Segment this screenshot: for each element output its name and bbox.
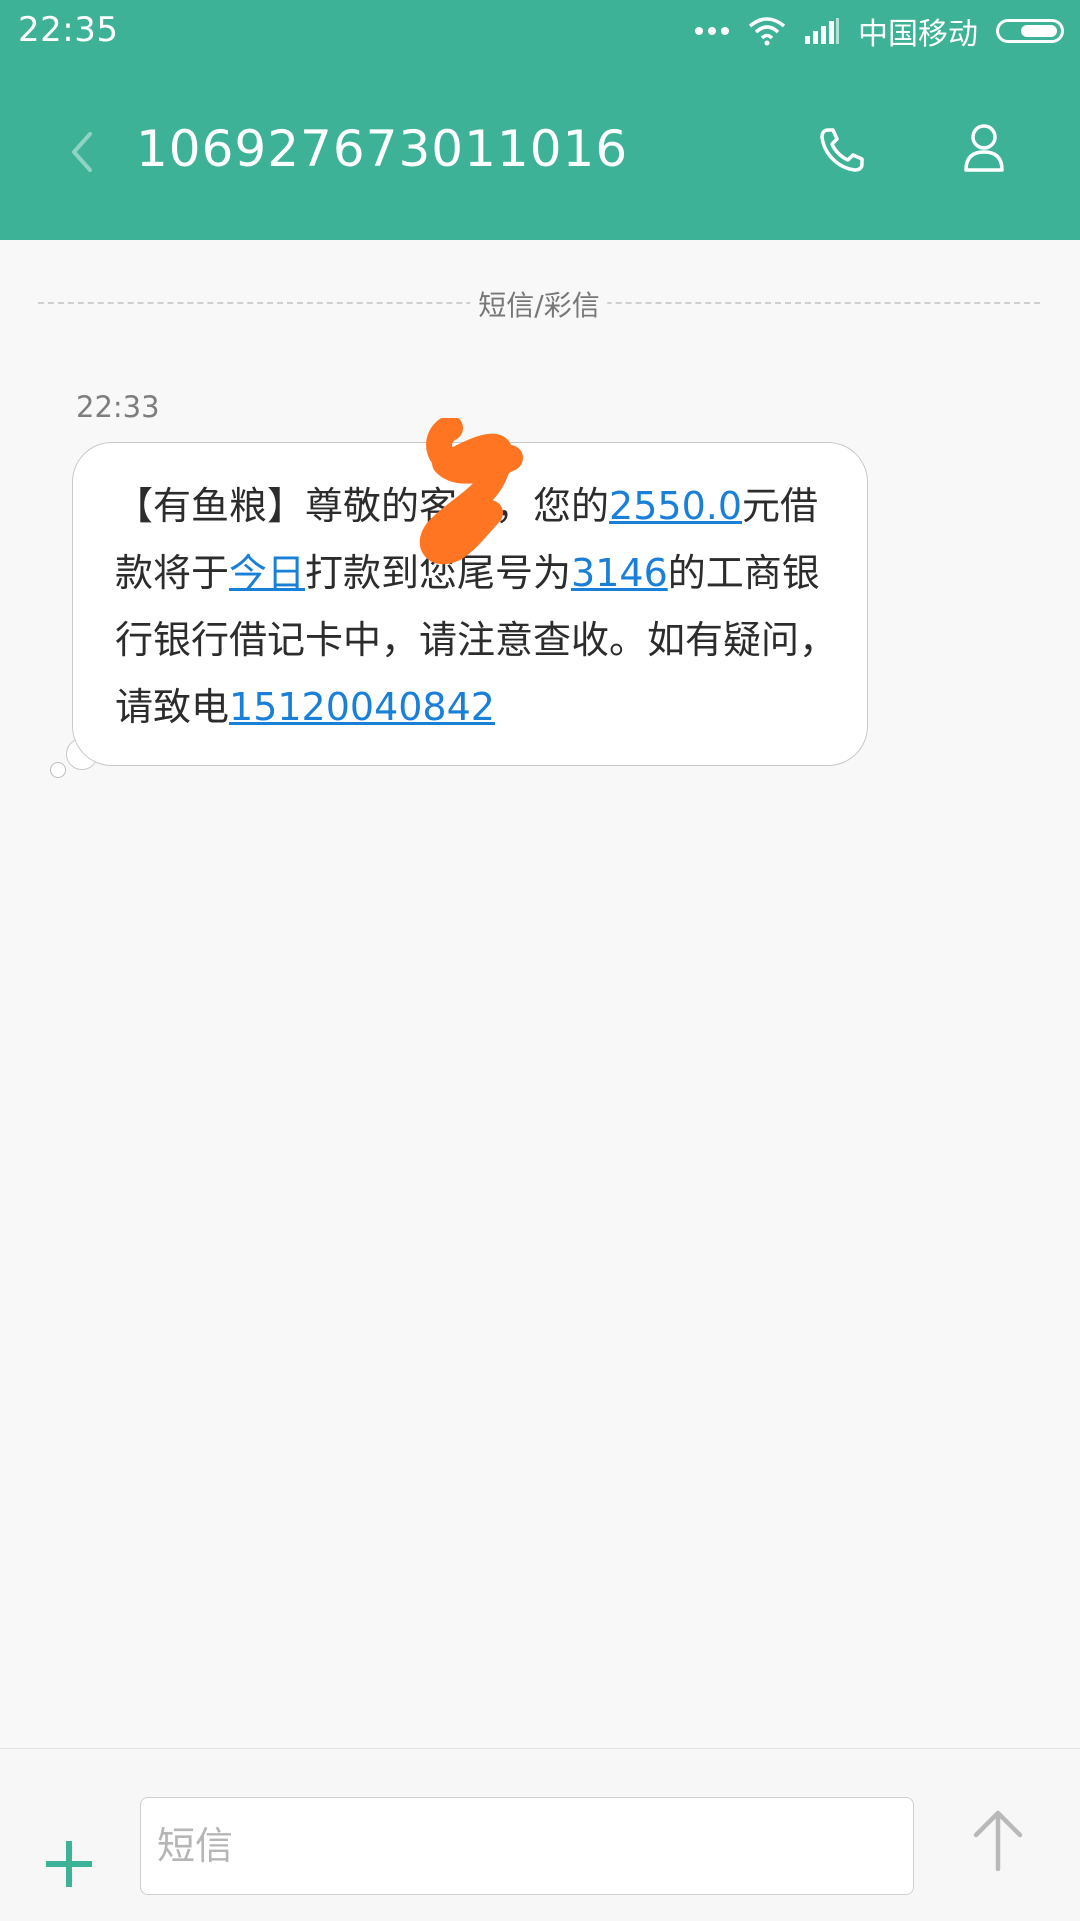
divider-label: 短信/彩信	[470, 284, 608, 324]
composer-bar	[0, 1748, 1080, 1921]
add-icon[interactable]	[46, 1841, 92, 1887]
sms-input[interactable]	[140, 1797, 914, 1895]
signal-icon	[805, 18, 839, 44]
conversation-title: 106927673011016	[136, 120, 629, 178]
status-bar: 22:35 中国移动	[0, 0, 1080, 62]
wifi-icon	[748, 17, 786, 46]
carrier-name: 中国移动	[858, 17, 978, 52]
status-time: 22:35	[18, 10, 119, 50]
redaction-scribble	[419, 418, 523, 565]
back-arrow-icon[interactable]	[62, 122, 102, 182]
phone-icon[interactable]	[816, 124, 868, 176]
more-dots-icon	[695, 27, 729, 35]
message-link[interactable]: 3146	[571, 551, 668, 595]
send-arrow-icon[interactable]	[970, 1807, 1026, 1871]
bubble-tail-dot	[50, 762, 66, 778]
battery-icon	[996, 19, 1064, 43]
message-time: 22:33	[76, 390, 160, 424]
message-link[interactable]: 2550.0	[609, 484, 742, 528]
status-icons: 中国移动	[694, 12, 1064, 52]
contact-icon[interactable]	[962, 122, 1006, 174]
message-text: 【有鱼粮】尊敬的	[115, 484, 420, 528]
message-link[interactable]: 今日	[229, 551, 305, 595]
message-type-divider: 短信/彩信	[38, 282, 1040, 324]
message-link[interactable]: 15120040842	[229, 685, 495, 729]
conversation-header: 106927673011016	[0, 62, 1080, 240]
